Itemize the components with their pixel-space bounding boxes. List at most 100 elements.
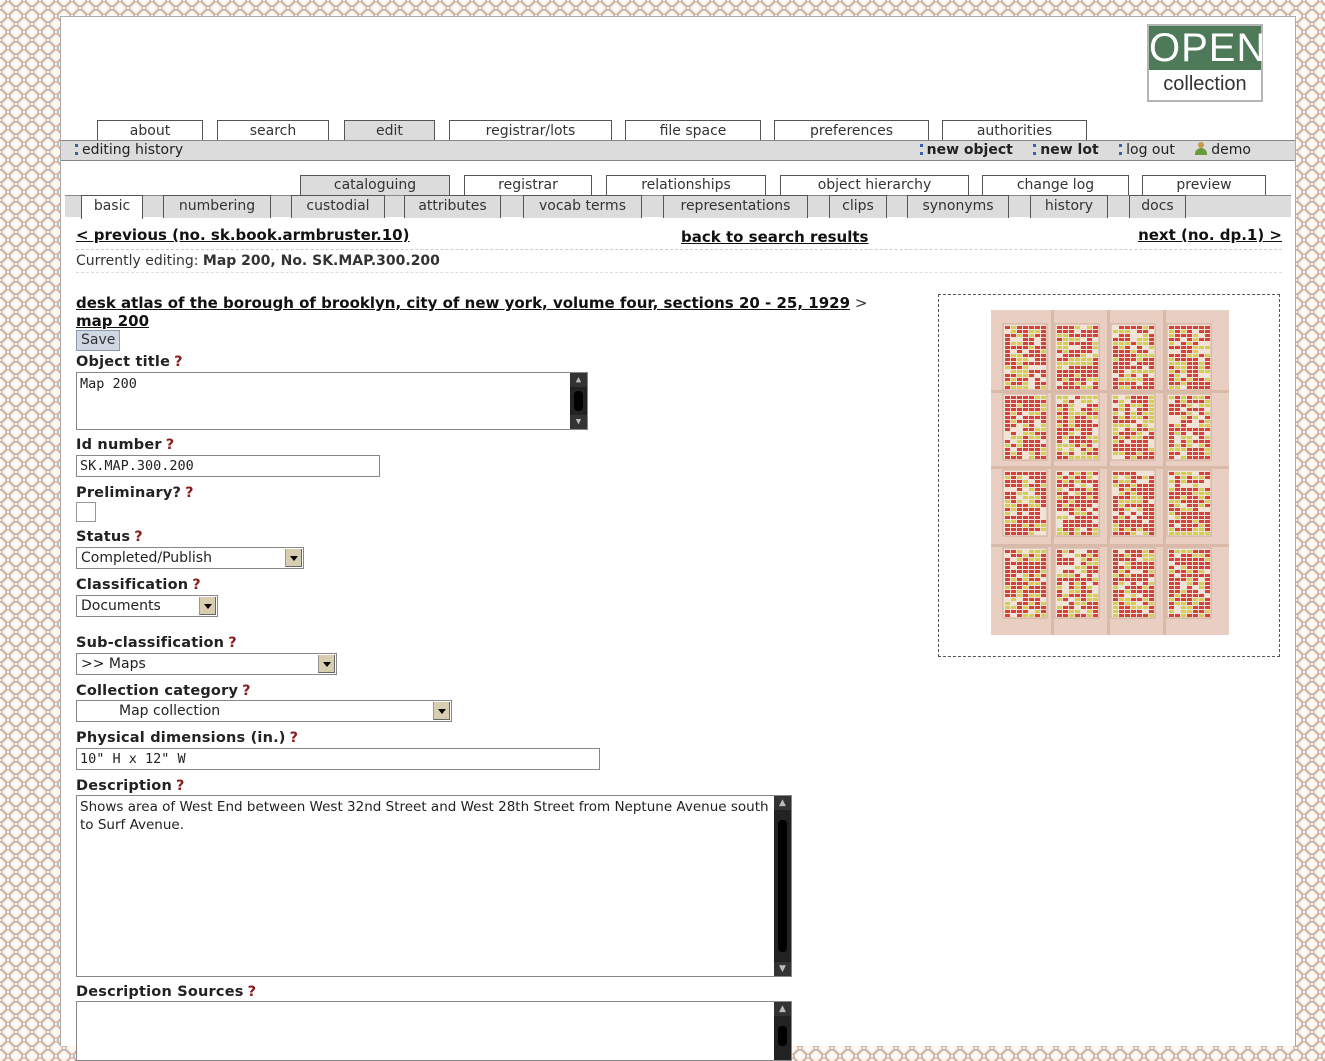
tab-registrar[interactable]: registrar: [464, 175, 592, 195]
scroll-down-icon[interactable]: ▼: [774, 962, 791, 976]
save-button[interactable]: Save: [76, 330, 121, 351]
tab-cataloguing[interactable]: cataloguing: [300, 175, 450, 195]
map-drawing: [991, 310, 1229, 635]
bullet-icon: [75, 144, 78, 155]
scroll-thumb[interactable]: [778, 820, 787, 952]
tab-basic[interactable]: basic: [81, 195, 143, 219]
tab-preview[interactable]: preview: [1142, 175, 1266, 195]
chevron-down-icon: [318, 655, 335, 673]
breadcrumb-parent-link[interactable]: desk atlas of the borough of brooklyn, c…: [76, 294, 850, 312]
log-out-link[interactable]: log out: [1119, 142, 1175, 158]
tab-synonyms[interactable]: synonyms: [907, 195, 1009, 218]
physical-dimensions-field[interactable]: 10" H x 12" W: [76, 748, 600, 770]
scroll-up-icon[interactable]: ▲: [570, 373, 587, 387]
help-icon[interactable]: ?: [174, 354, 183, 370]
tab-edit[interactable]: edit: [344, 120, 435, 140]
help-icon[interactable]: ?: [228, 635, 237, 651]
help-icon[interactable]: ?: [185, 485, 194, 501]
preliminary-checkbox[interactable]: [76, 502, 96, 522]
tab-registrar-lots[interactable]: registrar/lots: [449, 120, 612, 140]
previous-record-link[interactable]: < previous (no. sk.book.armbruster.10): [76, 226, 409, 244]
description-sources-field[interactable]: ▲: [76, 1001, 792, 1061]
description-value: Shows area of West End between West 32nd…: [80, 799, 769, 833]
sub-classification-value: >> Maps: [81, 656, 146, 672]
scroll-thumb[interactable]: [574, 391, 583, 411]
help-icon[interactable]: ?: [176, 778, 185, 794]
object-title-field[interactable]: Map 200 ▲ ▼: [76, 372, 588, 430]
help-icon[interactable]: ?: [242, 683, 251, 699]
user-link[interactable]: demo: [1195, 142, 1251, 158]
tab-about[interactable]: about: [97, 120, 203, 140]
classification-select[interactable]: Documents: [76, 595, 218, 617]
tab-representations[interactable]: representations: [663, 195, 808, 218]
scroll-thumb[interactable]: [778, 1026, 787, 1046]
tab-history[interactable]: history: [1030, 195, 1108, 218]
bullet-icon: [1119, 144, 1123, 155]
physical-dimensions-label: Physical dimensions (in.)?: [76, 730, 299, 746]
user-name: demo: [1211, 142, 1251, 158]
scroll-up-icon[interactable]: ▲: [774, 796, 791, 810]
action-bar: editing history new object new lot log o…: [61, 140, 1295, 161]
new-lot-label: new lot: [1040, 142, 1099, 158]
description-label: Description?: [76, 778, 185, 794]
currently-editing-value: Map 200, No. SK.MAP.300.200: [202, 253, 440, 269]
new-object-link[interactable]: new object: [919, 142, 1013, 158]
back-to-results-link[interactable]: back to search results: [681, 228, 868, 246]
tab-change-log[interactable]: change log: [982, 175, 1129, 195]
classification-label: Classification?: [76, 577, 201, 593]
currently-editing-prefix: Currently editing:: [76, 253, 199, 269]
chevron-down-icon: [199, 597, 216, 615]
bullet-icon: [1033, 144, 1037, 155]
tab-custodial[interactable]: custodial: [291, 195, 385, 218]
breadcrumb-current: map 200: [76, 312, 150, 330]
sub-classification-select[interactable]: >> Maps: [76, 653, 337, 675]
help-icon[interactable]: ?: [192, 577, 201, 593]
collection-category-value: Map collection: [119, 703, 221, 719]
help-icon[interactable]: ?: [290, 730, 299, 746]
scrollbar[interactable]: ▲ ▼: [774, 796, 791, 976]
sub-classification-label: Sub-classification?: [76, 635, 237, 651]
breadcrumb-separator: >: [854, 294, 868, 312]
main-nav-tabs: about search edit registrar/lots file sp…: [61, 120, 1295, 140]
scroll-up-icon[interactable]: ▲: [774, 1002, 791, 1016]
editing-history-link[interactable]: editing history: [75, 141, 183, 160]
tab-object-hierarchy[interactable]: object hierarchy: [780, 175, 969, 195]
representation-panel: [938, 294, 1280, 657]
scrollbar[interactable]: ▲: [774, 1002, 791, 1060]
user-icon: [1195, 142, 1208, 155]
scrollbar[interactable]: ▲ ▼: [570, 373, 587, 429]
record-navigation: < previous (no. sk.book.armbruster.10) b…: [76, 226, 1282, 250]
description-field[interactable]: Shows area of West End between West 32nd…: [76, 795, 792, 977]
preliminary-label: Preliminary??: [76, 485, 194, 501]
log-out-label: log out: [1126, 142, 1175, 158]
logo-text-bottom: collection: [1163, 73, 1247, 95]
breadcrumb: desk atlas of the borough of brooklyn, c…: [76, 294, 926, 330]
open-collection-logo[interactable]: OPEN collection: [1147, 24, 1265, 102]
help-icon[interactable]: ?: [134, 529, 143, 545]
collection-category-select[interactable]: Map collection: [76, 700, 452, 722]
tab-vocab-terms[interactable]: vocab terms: [523, 195, 642, 218]
tab-numbering[interactable]: numbering: [163, 195, 271, 218]
status-select[interactable]: Completed/Publish: [76, 547, 304, 569]
tab-docs[interactable]: docs: [1129, 195, 1186, 218]
id-number-label: Id number?: [76, 437, 175, 453]
new-lot-link[interactable]: new lot: [1033, 142, 1099, 158]
tab-preferences[interactable]: preferences: [774, 120, 929, 140]
bullet-icon: [919, 144, 923, 155]
next-record-link[interactable]: next (no. dp.1) >: [1138, 226, 1282, 244]
object-title-value: Map 200: [80, 376, 137, 392]
tab-clips[interactable]: clips: [829, 195, 887, 218]
object-title-label: Object title?: [76, 354, 183, 370]
tab-search[interactable]: search: [217, 120, 329, 140]
map-thumbnail-image[interactable]: [991, 310, 1229, 635]
help-icon[interactable]: ?: [166, 437, 175, 453]
classification-value: Documents: [81, 598, 161, 614]
help-icon[interactable]: ?: [248, 984, 257, 1000]
page-frame: OPEN collection about search edit regist…: [60, 16, 1296, 1061]
scroll-down-icon[interactable]: ▼: [570, 415, 587, 429]
tab-relationships[interactable]: relationships: [606, 175, 766, 195]
id-number-field[interactable]: SK.MAP.300.200: [76, 455, 380, 477]
tab-file-space[interactable]: file space: [625, 120, 761, 140]
tab-attributes[interactable]: attributes: [404, 195, 501, 218]
tab-authorities[interactable]: authorities: [942, 120, 1087, 140]
